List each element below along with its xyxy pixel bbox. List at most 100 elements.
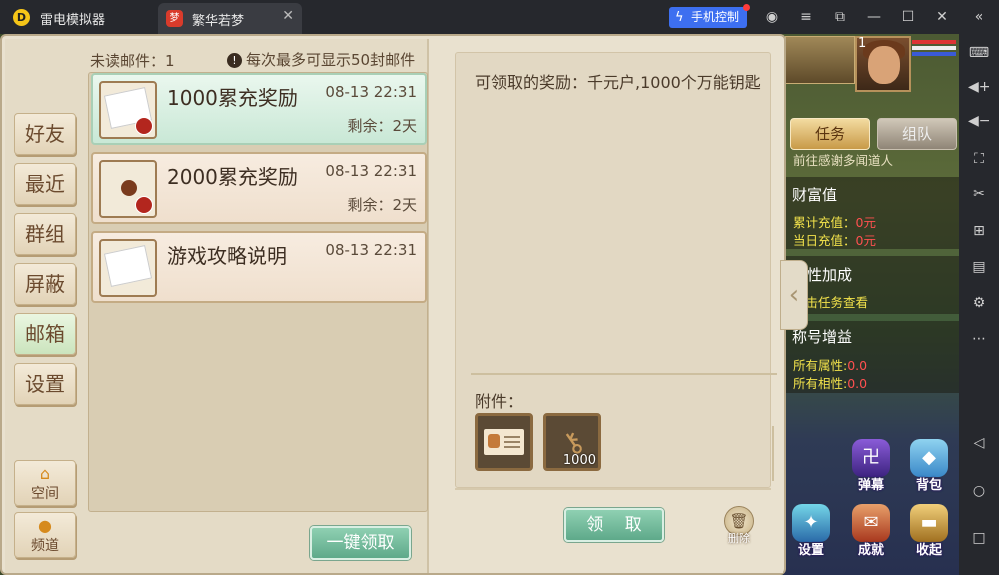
account-icon[interactable]: ◉ xyxy=(763,8,781,26)
bolt-icon: ϟ xyxy=(675,10,684,25)
minimize-icon[interactable]: — xyxy=(865,8,883,26)
scissors-icon[interactable]: ✂ xyxy=(968,183,990,205)
fullscreen-icon[interactable]: ⛶ xyxy=(968,148,990,170)
mail-detail-pane: 可领取的奖励：千元户,1000个万能钥匙 附件： ⚷ 1000 领 取 🗑 删除 xyxy=(433,39,783,573)
emulator-toolbar: ⌨ ◀+ ◀− ⛶ ✂ ⊞ ▤ ⚙ ⋯ ◁ ○ □ xyxy=(959,34,999,575)
game-settings-button[interactable]: ✦ 设置 xyxy=(785,504,837,558)
mail-subject: 1000累充奖励 xyxy=(167,86,298,110)
mail-remaining: 剩余：2天 xyxy=(347,117,417,135)
mail-item[interactable]: 2000累充奖励 08-13 22:31 剩余：2天 xyxy=(91,152,427,224)
settings-gem-icon: ✦ xyxy=(792,504,830,542)
wealth-title: 财富值 xyxy=(792,186,838,204)
nav-groups[interactable]: 群组 xyxy=(14,213,76,255)
mail-envelope-icon xyxy=(99,81,157,139)
nav-settings[interactable]: 设置 xyxy=(14,363,76,405)
recent-apps-icon[interactable]: □ xyxy=(968,527,990,549)
menu-icon[interactable]: ≡ xyxy=(797,8,815,26)
reward-text: 可领取的奖励：千元户,1000个万能钥匙 xyxy=(475,73,761,92)
space-label: 空间 xyxy=(31,486,59,502)
mail-time: 08-13 22:31 xyxy=(325,83,417,101)
mail-subject: 2000累充奖励 xyxy=(167,165,298,189)
close-window-icon[interactable]: ✕ xyxy=(933,8,951,26)
bag-icon: ◆ xyxy=(910,439,948,477)
space-button[interactable]: ⌂ 空间 xyxy=(14,460,76,506)
wax-seal-icon xyxy=(121,180,137,196)
team-tab-label: 组队 xyxy=(901,125,932,143)
nav-blocked[interactable]: 屏蔽 xyxy=(14,263,76,305)
quest-tab-label: 任务 xyxy=(814,125,845,143)
home-icon[interactable]: ○ xyxy=(968,480,990,502)
max-mail-note: ! 每次最多可显示50封邮件 xyxy=(227,49,415,70)
quest-tab[interactable]: 任务 xyxy=(790,118,870,150)
mail-time: 08-13 22:31 xyxy=(325,162,417,180)
more-icon[interactable]: ⋯ xyxy=(968,328,990,350)
phone-control-button[interactable]: ϟ 手机控制 xyxy=(669,4,750,28)
mail-item[interactable]: 1000累充奖励 08-13 22:31 剩余：2天 xyxy=(91,73,427,145)
add-window-icon[interactable]: ⊞ xyxy=(968,220,990,242)
team-tab[interactable]: 组队 xyxy=(877,118,957,150)
mail-subject: 游戏攻略说明 xyxy=(167,244,287,268)
mail-panel: 好友 最近 群组 屏蔽 邮箱 设置 ⌂ 空间 ● 频道 未读邮件：1 ! 每次最多可显… xyxy=(0,34,786,575)
collapse-sidebar-icon[interactable]: « xyxy=(970,8,988,26)
danmaku-button[interactable]: 卍弹幕 xyxy=(845,439,897,493)
mail-remaining: 剩余：2天 xyxy=(347,196,417,214)
detail-footer-divider xyxy=(455,488,771,490)
collapse-hud-button[interactable]: ▬ 收起 xyxy=(903,504,955,558)
nav-mailbox[interactable]: 邮箱 xyxy=(14,313,76,355)
nav-friends[interactable]: 好友 xyxy=(14,113,76,155)
player-bars xyxy=(912,40,956,62)
keyboard-icon[interactable]: ⌨ xyxy=(968,42,990,64)
mail-envelope-icon xyxy=(99,160,157,218)
game-tab[interactable]: 梦 繁华若梦 ✕ xyxy=(158,3,302,34)
bag-button[interactable]: ◆ 背包 xyxy=(903,439,955,493)
unread-count: 未读邮件：1 xyxy=(90,52,175,70)
back-icon[interactable]: ◁ xyxy=(968,432,990,454)
nav-recent[interactable]: 最近 xyxy=(14,163,76,205)
close-tab-icon[interactable]: ✕ xyxy=(282,8,294,24)
channel-button[interactable]: ● 频道 xyxy=(14,512,76,558)
game-tab-icon: 梦 xyxy=(166,10,183,27)
all-attr-line: 所有属性:0.0 xyxy=(793,358,868,373)
volume-down-icon[interactable]: ◀− xyxy=(968,110,991,132)
attachment-key[interactable]: ⚷ 1000 xyxy=(543,413,601,471)
mail-time: 08-13 22:31 xyxy=(325,241,417,259)
player-level: 1 xyxy=(858,36,867,51)
collapse-panel-button[interactable]: ‹ xyxy=(780,260,808,330)
gear-icon[interactable]: ⚙ xyxy=(968,292,990,314)
notification-dot xyxy=(743,4,750,11)
achievement-button[interactable]: ✉ 成就 xyxy=(845,504,897,558)
apk-icon[interactable]: ▤ xyxy=(968,256,990,278)
delete-button[interactable]: 🗑 删除 xyxy=(721,506,757,546)
volume-up-icon[interactable]: ◀+ xyxy=(968,76,991,98)
achievement-icon: ✉ xyxy=(852,504,890,542)
danmaku-icon: 卍 xyxy=(852,439,890,477)
app-title: 雷电模拟器 xyxy=(40,13,106,28)
emulator-titlebar: D 雷电模拟器 梦 繁华若梦 ✕ ϟ 手机控制 ◉ ≡ ⧉ — ☐ ✕ « xyxy=(0,0,999,34)
maximize-icon[interactable]: ☐ xyxy=(899,8,917,26)
mail-envelope-icon xyxy=(99,239,157,297)
info-icon: ! xyxy=(227,53,242,68)
delete-label: 删除 xyxy=(728,532,750,545)
game-viewport: 1 任务 组队 前往感谢多闻道人 财富值 累计充值：0元 当日充值：0元 属性加… xyxy=(0,34,959,575)
attachment-title-card[interactable] xyxy=(475,413,533,471)
chat-bubble-icon: ● xyxy=(38,516,52,535)
avatar-face xyxy=(868,46,900,84)
today-recharge-line: 当日充值：0元 xyxy=(793,233,876,248)
collapse-hud-icon: ▬ xyxy=(910,504,948,542)
mail-item[interactable]: 游戏攻略说明 08-13 22:31 xyxy=(91,231,427,303)
popout-icon[interactable]: ⧉ xyxy=(831,8,849,26)
attachment-clip-icon xyxy=(135,196,153,214)
mail-list: 1000累充奖励 08-13 22:31 剩余：2天 2000累充奖励 08-1… xyxy=(88,72,428,512)
attachments-label: 附件： xyxy=(475,392,524,411)
detail-divider xyxy=(471,373,777,375)
game-tab-label: 繁华若梦 xyxy=(192,14,245,29)
title-card-icon xyxy=(484,429,524,455)
quest-tracker-line[interactable]: 前往感谢多闻道人 xyxy=(793,150,893,169)
total-recharge-line: 累计充值：0元 xyxy=(793,215,876,230)
claim-all-button[interactable]: 一键领取 xyxy=(310,526,411,560)
claim-button[interactable]: 领 取 xyxy=(564,508,664,542)
phone-control-label: 手机控制 xyxy=(691,10,740,24)
hud-frame xyxy=(785,36,855,84)
attachment-scrollbar[interactable] xyxy=(772,426,774,481)
chevron-left-icon: ‹ xyxy=(788,280,800,310)
